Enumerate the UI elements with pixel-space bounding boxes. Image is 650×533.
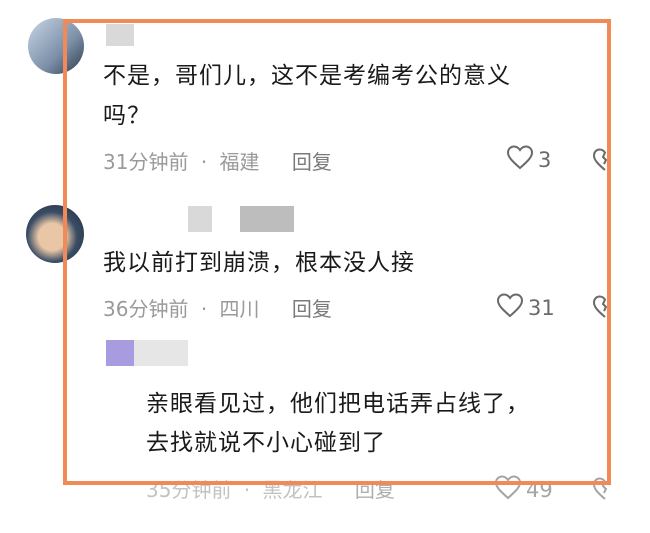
comment-text: 我以前打到崩溃，根本没人接 xyxy=(103,250,415,276)
like-count: 49 xyxy=(526,477,553,502)
username-redacted[interactable] xyxy=(134,340,188,366)
dislike-button[interactable] xyxy=(592,147,618,177)
heart-icon xyxy=(496,292,524,323)
dislike-button[interactable] xyxy=(592,294,618,324)
dislike-button[interactable] xyxy=(592,476,618,506)
like-count: 3 xyxy=(538,147,552,172)
like-button[interactable]: 49 xyxy=(494,474,553,505)
broken-heart-icon xyxy=(592,295,618,324)
username-redacted[interactable] xyxy=(106,24,134,46)
comment-location: 四川 xyxy=(219,297,260,321)
comment-time: 35分钟前 xyxy=(146,478,232,502)
heart-icon xyxy=(506,144,534,175)
comment-time: 36分钟前 xyxy=(103,297,189,321)
broken-heart-icon xyxy=(592,148,618,177)
reply-button[interactable]: 回复 xyxy=(292,297,332,321)
avatar[interactable] xyxy=(106,340,134,366)
separator: · xyxy=(200,297,208,321)
comment-location: 福建 xyxy=(219,150,260,174)
comment-meta: 36分钟前 · 四川 回复 xyxy=(103,293,332,322)
reply-text: 亲眼看见过，他们把电话弄占线了， xyxy=(146,391,530,417)
like-count: 31 xyxy=(528,295,555,320)
comment-time: 31分钟前 xyxy=(103,150,189,174)
reply-meta: 35分钟前 · 黑龙江 回复 xyxy=(146,474,395,503)
comment-text: 不是，哥们儿，这不是考编考公的意义 xyxy=(103,63,511,89)
username-redacted[interactable] xyxy=(240,206,294,232)
username-redacted[interactable] xyxy=(188,206,212,232)
broken-heart-icon xyxy=(592,477,618,506)
avatar[interactable] xyxy=(28,18,84,74)
reply-button[interactable]: 回复 xyxy=(292,150,332,174)
like-button[interactable]: 31 xyxy=(496,292,555,323)
reply-text: 去找就说不小心碰到了 xyxy=(146,430,386,456)
reply-button[interactable]: 回复 xyxy=(355,478,395,502)
separator: · xyxy=(243,478,251,502)
comment-meta: 31分钟前 · 福建 回复 xyxy=(103,146,332,175)
like-button[interactable]: 3 xyxy=(506,144,551,175)
separator: · xyxy=(200,150,208,174)
avatar[interactable] xyxy=(26,205,84,263)
comment-location: 黑龙江 xyxy=(262,478,323,502)
comment-text: 吗？ xyxy=(103,103,151,129)
heart-icon xyxy=(494,474,522,505)
